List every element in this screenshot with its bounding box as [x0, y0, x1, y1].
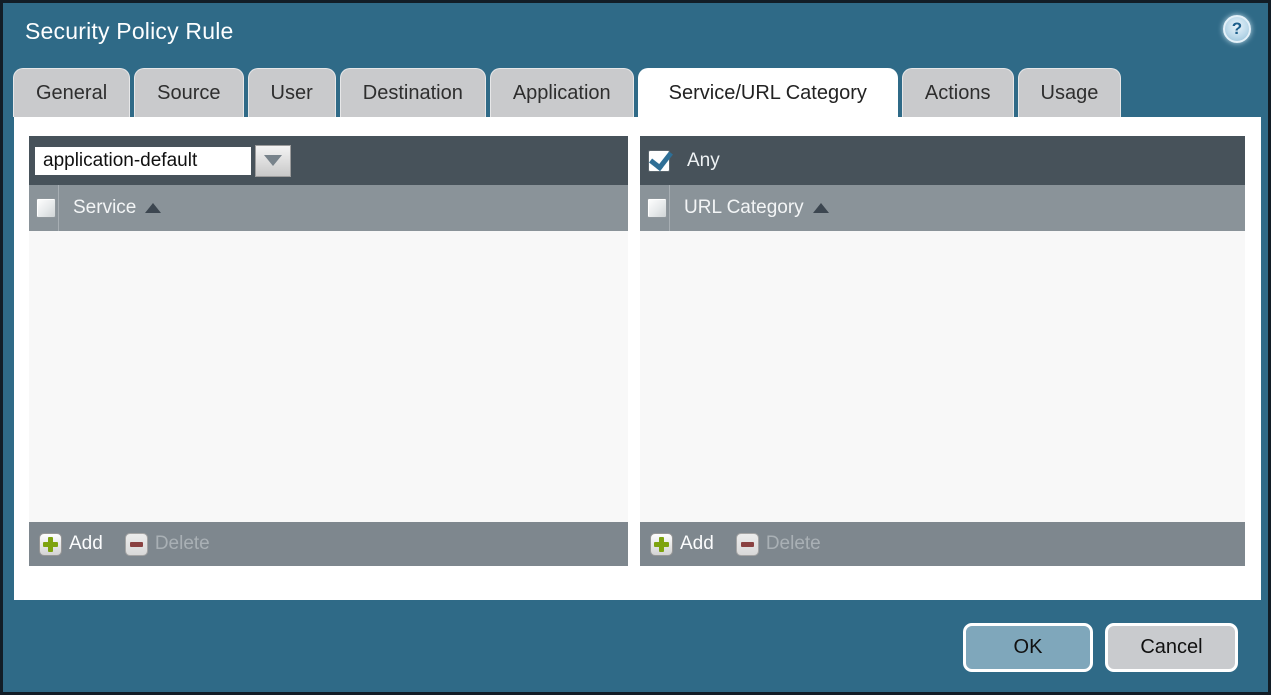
url-category-column-label: URL Category [684, 197, 804, 218]
service-panel-header: application-default [29, 136, 628, 185]
delete-button-label: Delete [154, 533, 210, 554]
tab-service-url-category[interactable]: Service/URL Category [637, 68, 898, 117]
security-policy-rule-dialog: Security Policy Rule ? General Source Us… [0, 0, 1271, 695]
tab-usage[interactable]: Usage [1017, 68, 1122, 117]
minus-icon [124, 532, 148, 556]
tab-destination[interactable]: Destination [339, 68, 486, 117]
service-panel: application-default Service Add Delete [29, 136, 628, 566]
tab-content-area: application-default Service Add Delete A… [14, 117, 1261, 600]
url-category-delete-button[interactable]: Delete [735, 532, 821, 556]
tab-general[interactable]: General [13, 68, 131, 117]
url-category-sort-header[interactable]: URL Category [684, 197, 829, 219]
sort-ascending-icon [812, 203, 829, 213]
add-button-label: Add [680, 533, 714, 554]
service-delete-button[interactable]: Delete [124, 532, 210, 556]
plus-icon [650, 532, 673, 556]
service-type-dropdown-button[interactable] [255, 144, 291, 177]
plus-icon [39, 532, 62, 556]
url-category-select-all-checkbox[interactable] [647, 198, 667, 218]
sort-ascending-icon [145, 203, 162, 213]
dialog-title: Security Policy Rule [25, 18, 234, 44]
chevron-down-icon [264, 155, 282, 166]
url-category-list [640, 231, 1245, 522]
service-column-header-row: Service [29, 185, 628, 231]
service-type-dropdown: application-default [33, 144, 291, 177]
title-bar: Security Policy Rule ? [3, 3, 1268, 65]
service-sort-header[interactable]: Service [73, 197, 162, 219]
delete-button-label: Delete [765, 533, 821, 554]
help-icon[interactable]: ? [1223, 15, 1251, 43]
service-type-dropdown-value[interactable]: application-default [33, 144, 253, 177]
any-checkbox[interactable] [648, 149, 670, 172]
tab-actions[interactable]: Actions [901, 68, 1014, 117]
tab-bar: General Source User Destination Applicat… [13, 68, 1122, 117]
tab-application[interactable]: Application [489, 68, 634, 117]
url-category-panel-header: Any [640, 136, 1245, 185]
service-column-label: Service [73, 197, 137, 218]
service-select-all-cell [29, 185, 59, 231]
service-panel-footer: Add Delete [29, 522, 628, 566]
url-category-select-all-cell [640, 185, 670, 231]
url-category-add-button[interactable]: Add [650, 532, 714, 556]
tab-user[interactable]: User [247, 68, 336, 117]
url-category-panel-footer: Add Delete [640, 522, 1245, 566]
tab-source[interactable]: Source [134, 68, 244, 117]
cancel-button[interactable]: Cancel [1105, 623, 1238, 672]
ok-button[interactable]: OK [963, 623, 1093, 672]
service-list [29, 231, 628, 522]
any-checkbox-label: Any [687, 149, 720, 171]
minus-icon [735, 532, 759, 556]
url-category-panel: Any URL Category Add Delete [640, 136, 1245, 566]
service-select-all-checkbox[interactable] [36, 198, 56, 218]
add-button-label: Add [69, 533, 103, 554]
service-add-button[interactable]: Add [39, 532, 103, 556]
url-category-column-header-row: URL Category [640, 185, 1245, 231]
